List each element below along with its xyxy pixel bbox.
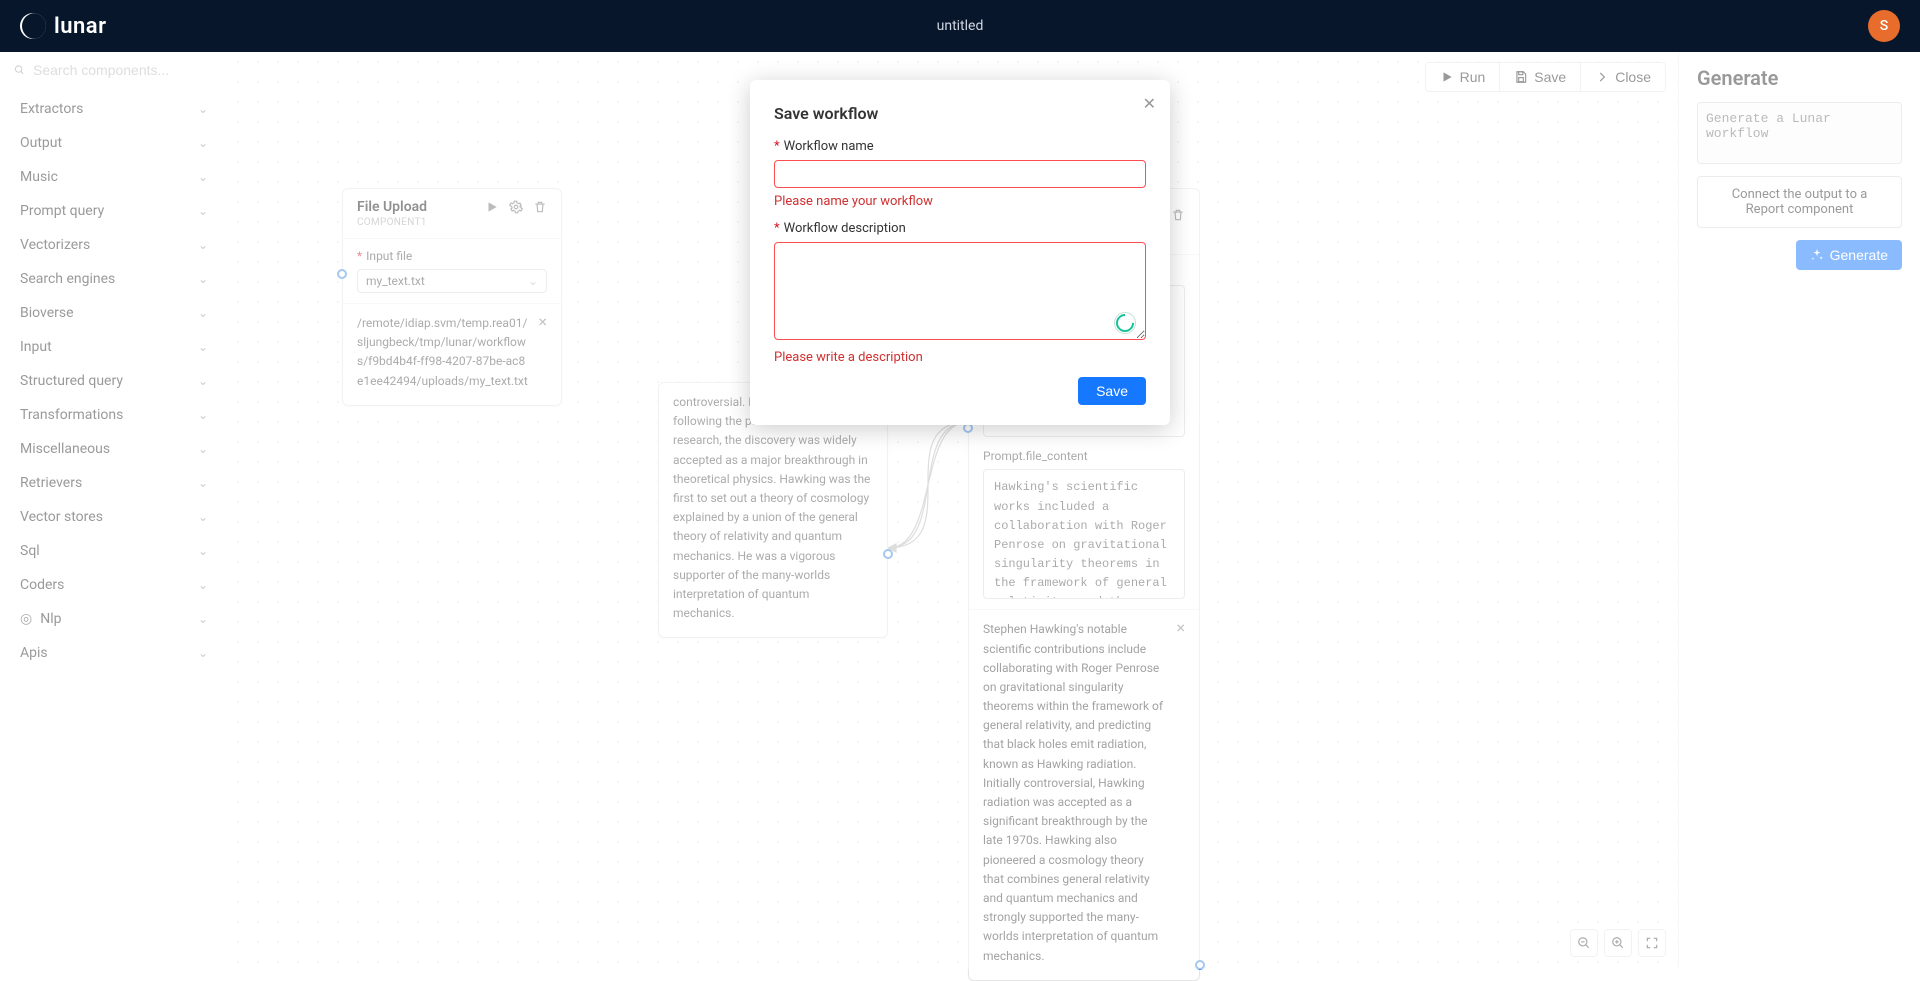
workflow-description-label: *Workflow description: [774, 221, 1146, 236]
workflow-title: untitled: [937, 18, 984, 34]
workflow-description-error: Please write a description: [774, 350, 1146, 365]
grammarly-icon: [1114, 312, 1136, 334]
brand-logo: lunar: [20, 13, 107, 39]
brand-name: lunar: [54, 14, 107, 39]
moon-icon: [20, 13, 46, 39]
workflow-description-input[interactable]: [774, 242, 1146, 340]
workflow-name-input[interactable]: [774, 160, 1146, 188]
workflow-name-label: *Workflow name: [774, 139, 1146, 154]
workflow-name-error: Please name your workflow: [774, 194, 1146, 209]
modal-close-icon[interactable]: ✕: [1143, 94, 1156, 113]
modal-title: Save workflow: [774, 104, 1146, 123]
save-workflow-modal: ✕ Save workflow *Workflow name Please na…: [750, 80, 1170, 425]
app-header: lunar untitled S: [0, 0, 1920, 52]
user-avatar[interactable]: S: [1868, 10, 1900, 42]
modal-save-button[interactable]: Save: [1078, 377, 1146, 405]
